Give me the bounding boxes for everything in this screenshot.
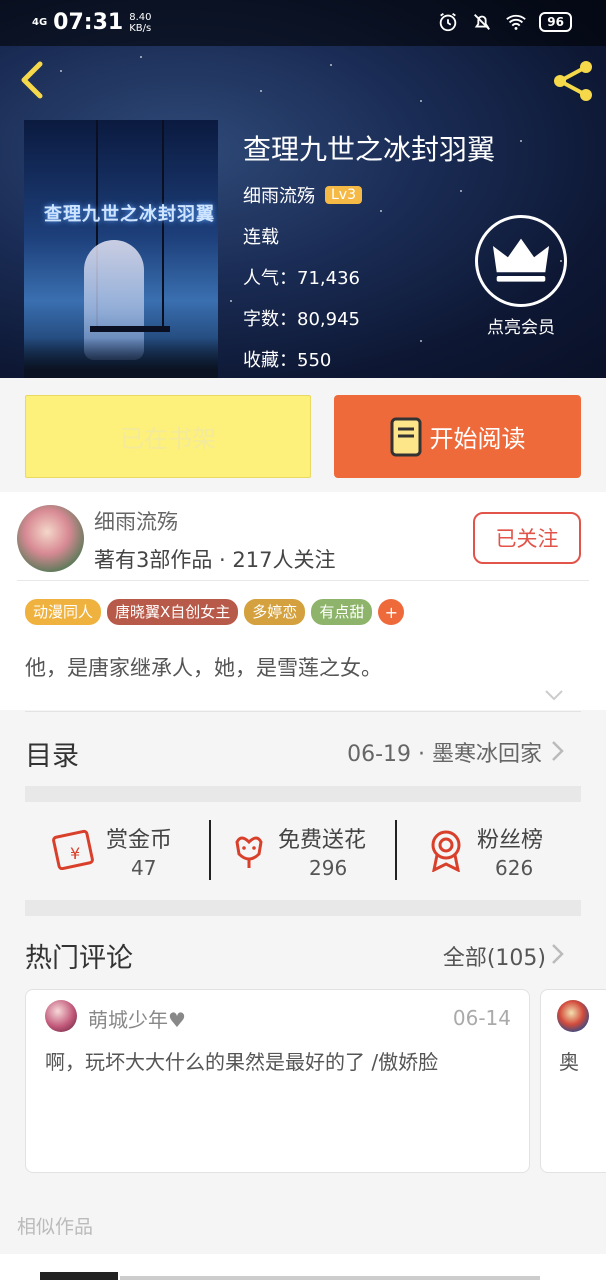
- book-intro: 他，是唐家继承人，她，是雪莲之女。: [25, 656, 382, 680]
- network-speed-unit: KB/s: [129, 22, 152, 34]
- book-icon: [390, 417, 421, 456]
- book-author[interactable]: 细雨流殇: [243, 182, 315, 208]
- red-packet-icon: ¥: [52, 829, 94, 870]
- book-favorites: 收藏：550: [243, 350, 332, 371]
- all-comments-link[interactable]: 全部(105): [443, 940, 546, 972]
- battery-icon: 96: [539, 12, 572, 32]
- svg-text:¥: ¥: [70, 844, 80, 863]
- tag-item[interactable]: 有点甜: [311, 599, 373, 625]
- avatar[interactable]: [17, 505, 84, 572]
- award-icon: [431, 830, 461, 872]
- comment-text: 奥: [559, 1050, 579, 1074]
- book-header: 4G 07:31 8.40 KB/s 96 查理九世之冰封羽翼 查理九世之冰封羽…: [0, 0, 606, 378]
- start-reading-button[interactable]: 开始阅读: [334, 395, 581, 478]
- chevron-down-icon[interactable]: [544, 688, 564, 702]
- cover-title-art: 查理九世之冰封羽翼: [44, 204, 215, 225]
- tag-item[interactable]: 动漫同人: [25, 599, 102, 625]
- book-title: 查理九世之冰封羽翼: [243, 133, 496, 166]
- vip-label: 点亮会员: [487, 318, 555, 338]
- mute-icon: [474, 14, 491, 30]
- start-reading-label: 开始阅读: [429, 425, 526, 453]
- send-flowers[interactable]: 免费送花 296: [225, 804, 395, 900]
- divider: [17, 580, 589, 581]
- in-bookshelf-label: 已在书架: [120, 425, 216, 453]
- similar-book-cover[interactable]: [40, 1272, 118, 1280]
- wifi-icon: [506, 14, 527, 30]
- vip-circle: [475, 215, 567, 307]
- author-row: 细雨流殇 Lv3: [243, 182, 362, 208]
- author-stats: 著有3部作品 · 217人关注: [94, 548, 336, 572]
- chevron-right-icon: [552, 741, 564, 761]
- chevron-right-icon: [552, 944, 564, 964]
- stat-divider: [209, 820, 211, 880]
- status-bar: 4G 07:31 8.40 KB/s 96: [0, 0, 606, 46]
- flowers-count: 296: [309, 856, 348, 880]
- level-badge: Lv3: [325, 186, 362, 204]
- reward-label: 赏金币: [106, 828, 173, 853]
- flower-icon: [235, 836, 263, 868]
- share-button[interactable]: [550, 58, 596, 104]
- hot-comments-title: 热门评论: [25, 943, 133, 974]
- comment-card[interactable]: 奥: [540, 989, 606, 1173]
- signal-indicator: 4G: [32, 16, 48, 28]
- cover-ground: [24, 338, 218, 378]
- similar-works-title: 相似作品: [17, 1216, 94, 1238]
- fans-label: 粉丝榜: [477, 828, 544, 853]
- flowers-label: 免费送花: [278, 828, 367, 853]
- book-popularity: 人气：71,436: [243, 268, 360, 289]
- fans-count: 626: [495, 856, 534, 880]
- tag-item[interactable]: 唐晓翼X自创女主: [107, 599, 239, 625]
- comment-date: 06-14: [452, 1006, 511, 1030]
- avatar[interactable]: [45, 1000, 77, 1032]
- fan-ranking[interactable]: 粉丝榜 626: [420, 804, 580, 900]
- stat-divider: [395, 820, 397, 880]
- tag-list: 动漫同人 唐晓翼X自创女主 多婷恋 有点甜 +: [25, 599, 405, 625]
- network-speed: 8.40 KB/s: [129, 12, 151, 34]
- reward-coins[interactable]: ¥ 赏金币 47: [40, 804, 200, 900]
- network-speed-value: 8.40: [129, 11, 152, 23]
- in-bookshelf-button[interactable]: 已在书架: [25, 395, 311, 478]
- section-divider: [25, 900, 581, 916]
- section-divider: [25, 786, 581, 802]
- similar-book-title-line[interactable]: [120, 1276, 540, 1280]
- follow-label: 已关注: [495, 527, 559, 551]
- vip-button[interactable]: 点亮会员: [474, 215, 568, 345]
- author-name[interactable]: 细雨流殇: [94, 506, 178, 536]
- book-detail-page: 4G 07:31 8.40 KB/s 96 查理九世之冰封羽翼 查理九世之冰封羽…: [0, 0, 606, 1280]
- comment-card[interactable]: 萌城少年♥ 06-14 啊，玩坏大大什么的果然是最好的了 /傲娇脸: [25, 989, 530, 1173]
- book-word-count: 字数：80,945: [243, 309, 360, 330]
- tag-item[interactable]: 多婷恋: [244, 599, 306, 625]
- crown-icon: [492, 238, 550, 282]
- interaction-stats: ¥ 赏金币 47 免费送花 296 粉丝榜 626: [0, 804, 606, 900]
- latest-chapter: 06-19 · 墨寒冰回家: [347, 742, 542, 767]
- reward-count: 47: [131, 856, 157, 880]
- toc-label: 目录: [25, 741, 79, 772]
- book-cover[interactable]: 查理九世之冰封羽翼: [24, 120, 218, 378]
- cover-swing-seat: [90, 326, 170, 332]
- table-of-contents-row[interactable]: 目录 06-19 · 墨寒冰回家: [0, 712, 606, 788]
- clock: 07:31: [53, 10, 124, 35]
- book-status: 连载: [243, 227, 279, 248]
- back-button[interactable]: [16, 60, 50, 100]
- follow-button[interactable]: 已关注: [473, 512, 581, 564]
- avatar[interactable]: [557, 1000, 589, 1032]
- comment-text: 啊，玩坏大大什么的果然是最好的了 /傲娇脸: [45, 1050, 439, 1074]
- more-tags-button[interactable]: +: [378, 599, 405, 625]
- comment-user[interactable]: 萌城少年♥: [88, 1004, 186, 1033]
- alarm-icon: [440, 12, 457, 32]
